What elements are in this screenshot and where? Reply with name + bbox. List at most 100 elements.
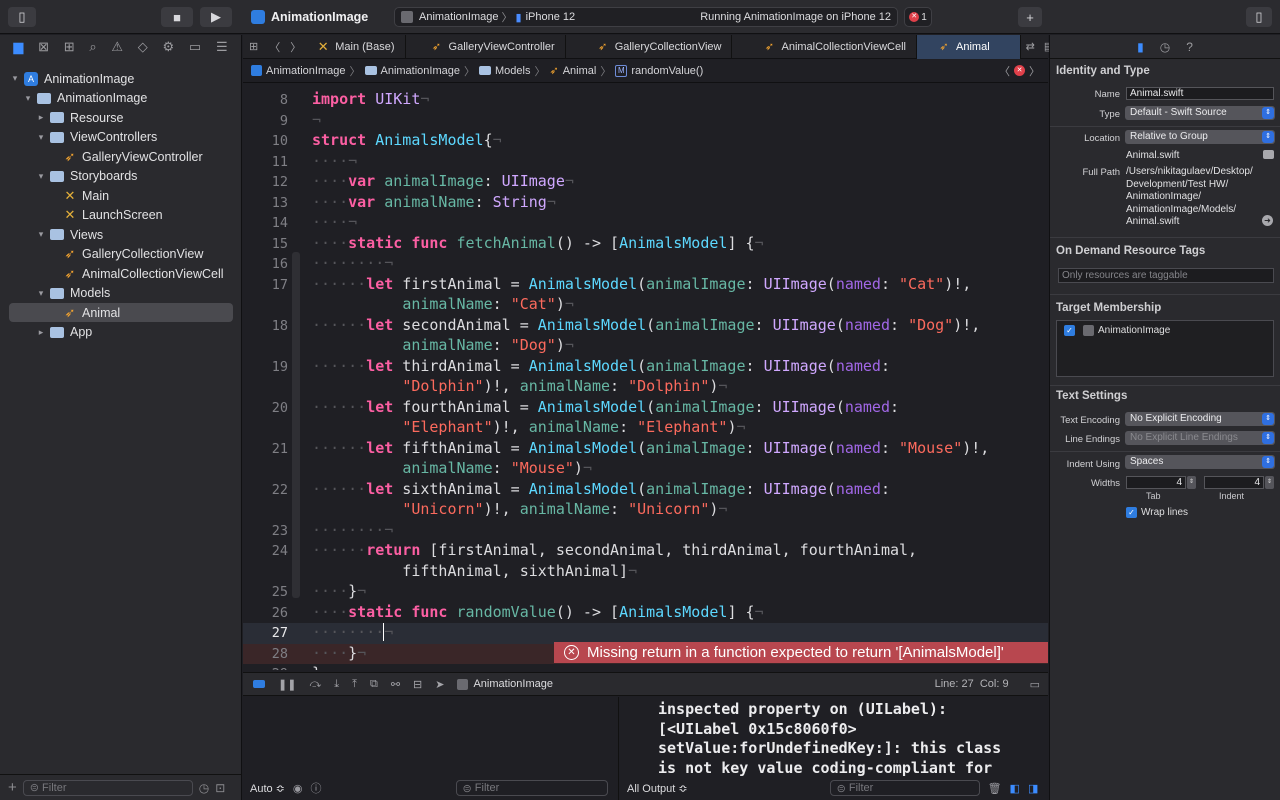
line-number[interactable]: 18	[243, 318, 288, 334]
activity-view[interactable]: AnimationImage 〉 ▮ iPhone 12 Running Ani…	[394, 7, 898, 27]
line-number[interactable]: 15	[243, 236, 288, 252]
tree-item[interactable]: ➶ GalleryViewController	[0, 147, 242, 166]
line-number[interactable]: 12	[243, 174, 288, 190]
line-number[interactable]: 23	[243, 523, 288, 539]
line-number[interactable]: 24	[243, 543, 288, 559]
endings-select[interactable]: No Explicit Line Endings ⇕	[1125, 431, 1275, 445]
breadcrumb-project[interactable]: AnimationImage	[266, 65, 346, 77]
tree-item[interactable]: ▾ AnimationImage	[0, 89, 242, 108]
tree-item[interactable]: ➶ AnimalCollectionViewCell	[0, 264, 242, 283]
code-line[interactable]: 14 ····¬	[243, 213, 1048, 234]
history-icon[interactable]: ◷	[1160, 40, 1170, 54]
code-line[interactable]: 8 import UIKit¬	[243, 90, 1048, 111]
navigator-filter-input[interactable]: ⊜ Filter	[22, 779, 193, 796]
related-items-icon[interactable]: ⇄	[1021, 40, 1040, 53]
hide-debug-area-icon[interactable]	[253, 680, 265, 688]
line-number[interactable]: 28	[243, 646, 288, 662]
tree-item[interactable]: ▾ Storyboards	[0, 167, 242, 186]
chevron-down-icon[interactable]: ▾	[10, 73, 20, 84]
debug-target[interactable]: AnimationImage	[457, 678, 553, 690]
tree-item[interactable]: ✕ Main	[0, 186, 242, 205]
view-hierarchy-icon[interactable]: ⧉	[370, 678, 378, 691]
report-icon[interactable]: ☰	[216, 39, 228, 55]
tree-item[interactable]: ▸ Resourse	[0, 108, 242, 127]
tree-item[interactable]: ▾ Views	[0, 225, 242, 244]
chevron-down-icon[interactable]: ▾	[36, 229, 46, 240]
tree-item[interactable]: ➶ GalleryCollectionView	[0, 245, 242, 264]
chevron-right-icon[interactable]: ▸	[36, 327, 46, 338]
tab-width-stepper[interactable]: ⇕	[1187, 476, 1196, 489]
tab-animal-collection-view-cell[interactable]: ➶ AnimalCollectionViewCell	[732, 34, 918, 59]
indent-width-stepper[interactable]: ⇕	[1265, 476, 1274, 489]
breadcrumb-models[interactable]: Models	[495, 65, 530, 77]
line-number[interactable]: 8	[243, 92, 288, 108]
location-icon[interactable]: ➤	[435, 678, 444, 691]
code-line[interactable]: 13 ····var animalName: String¬	[243, 193, 1048, 214]
code-line[interactable]: 12 ····var animalImage: UIImage¬	[243, 172, 1048, 193]
console-toggle-icon[interactable]: ▭	[1030, 678, 1040, 691]
line-number[interactable]: 27	[243, 625, 288, 641]
pause-icon[interactable]: ❚❚	[278, 678, 296, 691]
split-right-icon[interactable]: ◨	[1028, 782, 1038, 795]
line-number[interactable]: 26	[243, 605, 288, 621]
line-number[interactable]: 21	[243, 441, 288, 457]
wrap-lines-checkbox[interactable]: ✓	[1126, 507, 1137, 518]
code-line[interactable]: 22 ······let sixthAnimal = AnimalsModel(a…	[243, 480, 1048, 521]
line-number[interactable]: 14	[243, 215, 288, 231]
code-line[interactable]: 10 struct AnimalsModel{¬	[243, 131, 1048, 152]
breadcrumb-file[interactable]: Animal	[563, 65, 597, 77]
tab-gallery-collection-view[interactable]: ➶ GalleryCollectionView	[566, 34, 733, 59]
eye-icon[interactable]: ◉	[293, 782, 303, 795]
type-select[interactable]: Default - Swift Source ⇕	[1125, 106, 1275, 120]
target-checkbox[interactable]: ✓	[1064, 325, 1075, 336]
tree-item[interactable]: ▸ App	[0, 323, 242, 342]
line-number[interactable]: 11	[243, 154, 288, 170]
code-line[interactable]: 29}	[243, 664, 1048, 670]
run-button[interactable]: ▶	[200, 7, 232, 27]
code-line[interactable]: 26 ····static func randomValue() -> [Anim…	[243, 603, 1048, 624]
forward-icon[interactable]: 〉	[285, 39, 306, 55]
inspector-toggle-icon[interactable]: ▯	[1246, 7, 1272, 27]
symbol-icon[interactable]: ⊞	[64, 39, 75, 55]
line-number[interactable]: 17	[243, 277, 288, 293]
code-line[interactable]: 21 ······let fifthAnimal = AnimalsModel(a…	[243, 439, 1048, 480]
error-annotation[interactable]: ✕ Missing return in a function expected …	[554, 642, 1048, 663]
chevron-down-icon[interactable]: ▾	[36, 171, 46, 182]
recent-icon[interactable]: ◷	[199, 781, 209, 795]
indent-width-field[interactable]: 4	[1204, 476, 1264, 489]
line-number[interactable]: 25	[243, 584, 288, 600]
resource-tags-field[interactable]: Only resources are taggable	[1058, 268, 1274, 283]
search-icon[interactable]: ⌕	[89, 39, 96, 55]
file-inspector-icon[interactable]: ▮	[1137, 40, 1144, 54]
code-line[interactable]: 11 ····¬	[243, 152, 1048, 173]
destination-name[interactable]: iPhone 12	[526, 11, 576, 23]
step-out-icon[interactable]: ⤒	[352, 678, 357, 691]
add-icon[interactable]: +	[8, 779, 17, 796]
folder-icon[interactable]	[1263, 150, 1274, 159]
tab-width-field[interactable]: 4	[1126, 476, 1186, 489]
code-line[interactable]: 20 ······let fourthAnimal = AnimalsModel(…	[243, 398, 1048, 439]
grid-icon[interactable]: ⊞	[243, 40, 264, 53]
tree-item[interactable]: ▾ A AnimationImage	[0, 69, 242, 88]
tree-item[interactable]: ▾ ViewControllers	[0, 128, 242, 147]
line-number[interactable]: 10	[243, 133, 288, 149]
code-line[interactable]: 24 ······return [firstAnimal, secondAnima…	[243, 541, 1048, 582]
line-number[interactable]: 20	[243, 400, 288, 416]
debug-icon[interactable]: ⚙	[163, 39, 175, 55]
source-editor[interactable]: 8 import UIKit¬ 9 ¬ 10 struct AnimalsModel{¬ 1…	[243, 84, 1048, 670]
location-select[interactable]: Relative to Group ⇕	[1125, 130, 1275, 144]
line-number[interactable]: 19	[243, 359, 288, 375]
info-icon[interactable]: ⓘ	[311, 780, 322, 796]
environment-icon[interactable]: ⊟	[413, 678, 422, 691]
step-over-icon[interactable]: ⤼	[309, 678, 321, 691]
tree-item[interactable]: ▾ Models	[0, 284, 242, 303]
output-select[interactable]: All Output ≎	[627, 782, 688, 795]
code-line[interactable]: 17 ······let firstAnimal = AnimalsModel(a…	[243, 275, 1048, 316]
line-number[interactable]: 9	[243, 113, 288, 129]
folder-icon[interactable]: ▆	[13, 39, 23, 55]
help-icon[interactable]: ?	[1186, 40, 1193, 54]
code-line[interactable]: 18 ······let secondAnimal = AnimalsModel(…	[243, 316, 1048, 357]
error-icon[interactable]: ✕	[1014, 65, 1025, 76]
encoding-select[interactable]: No Explicit Encoding ⇕	[1125, 412, 1275, 426]
warning-icon[interactable]: ⚠	[111, 39, 123, 55]
